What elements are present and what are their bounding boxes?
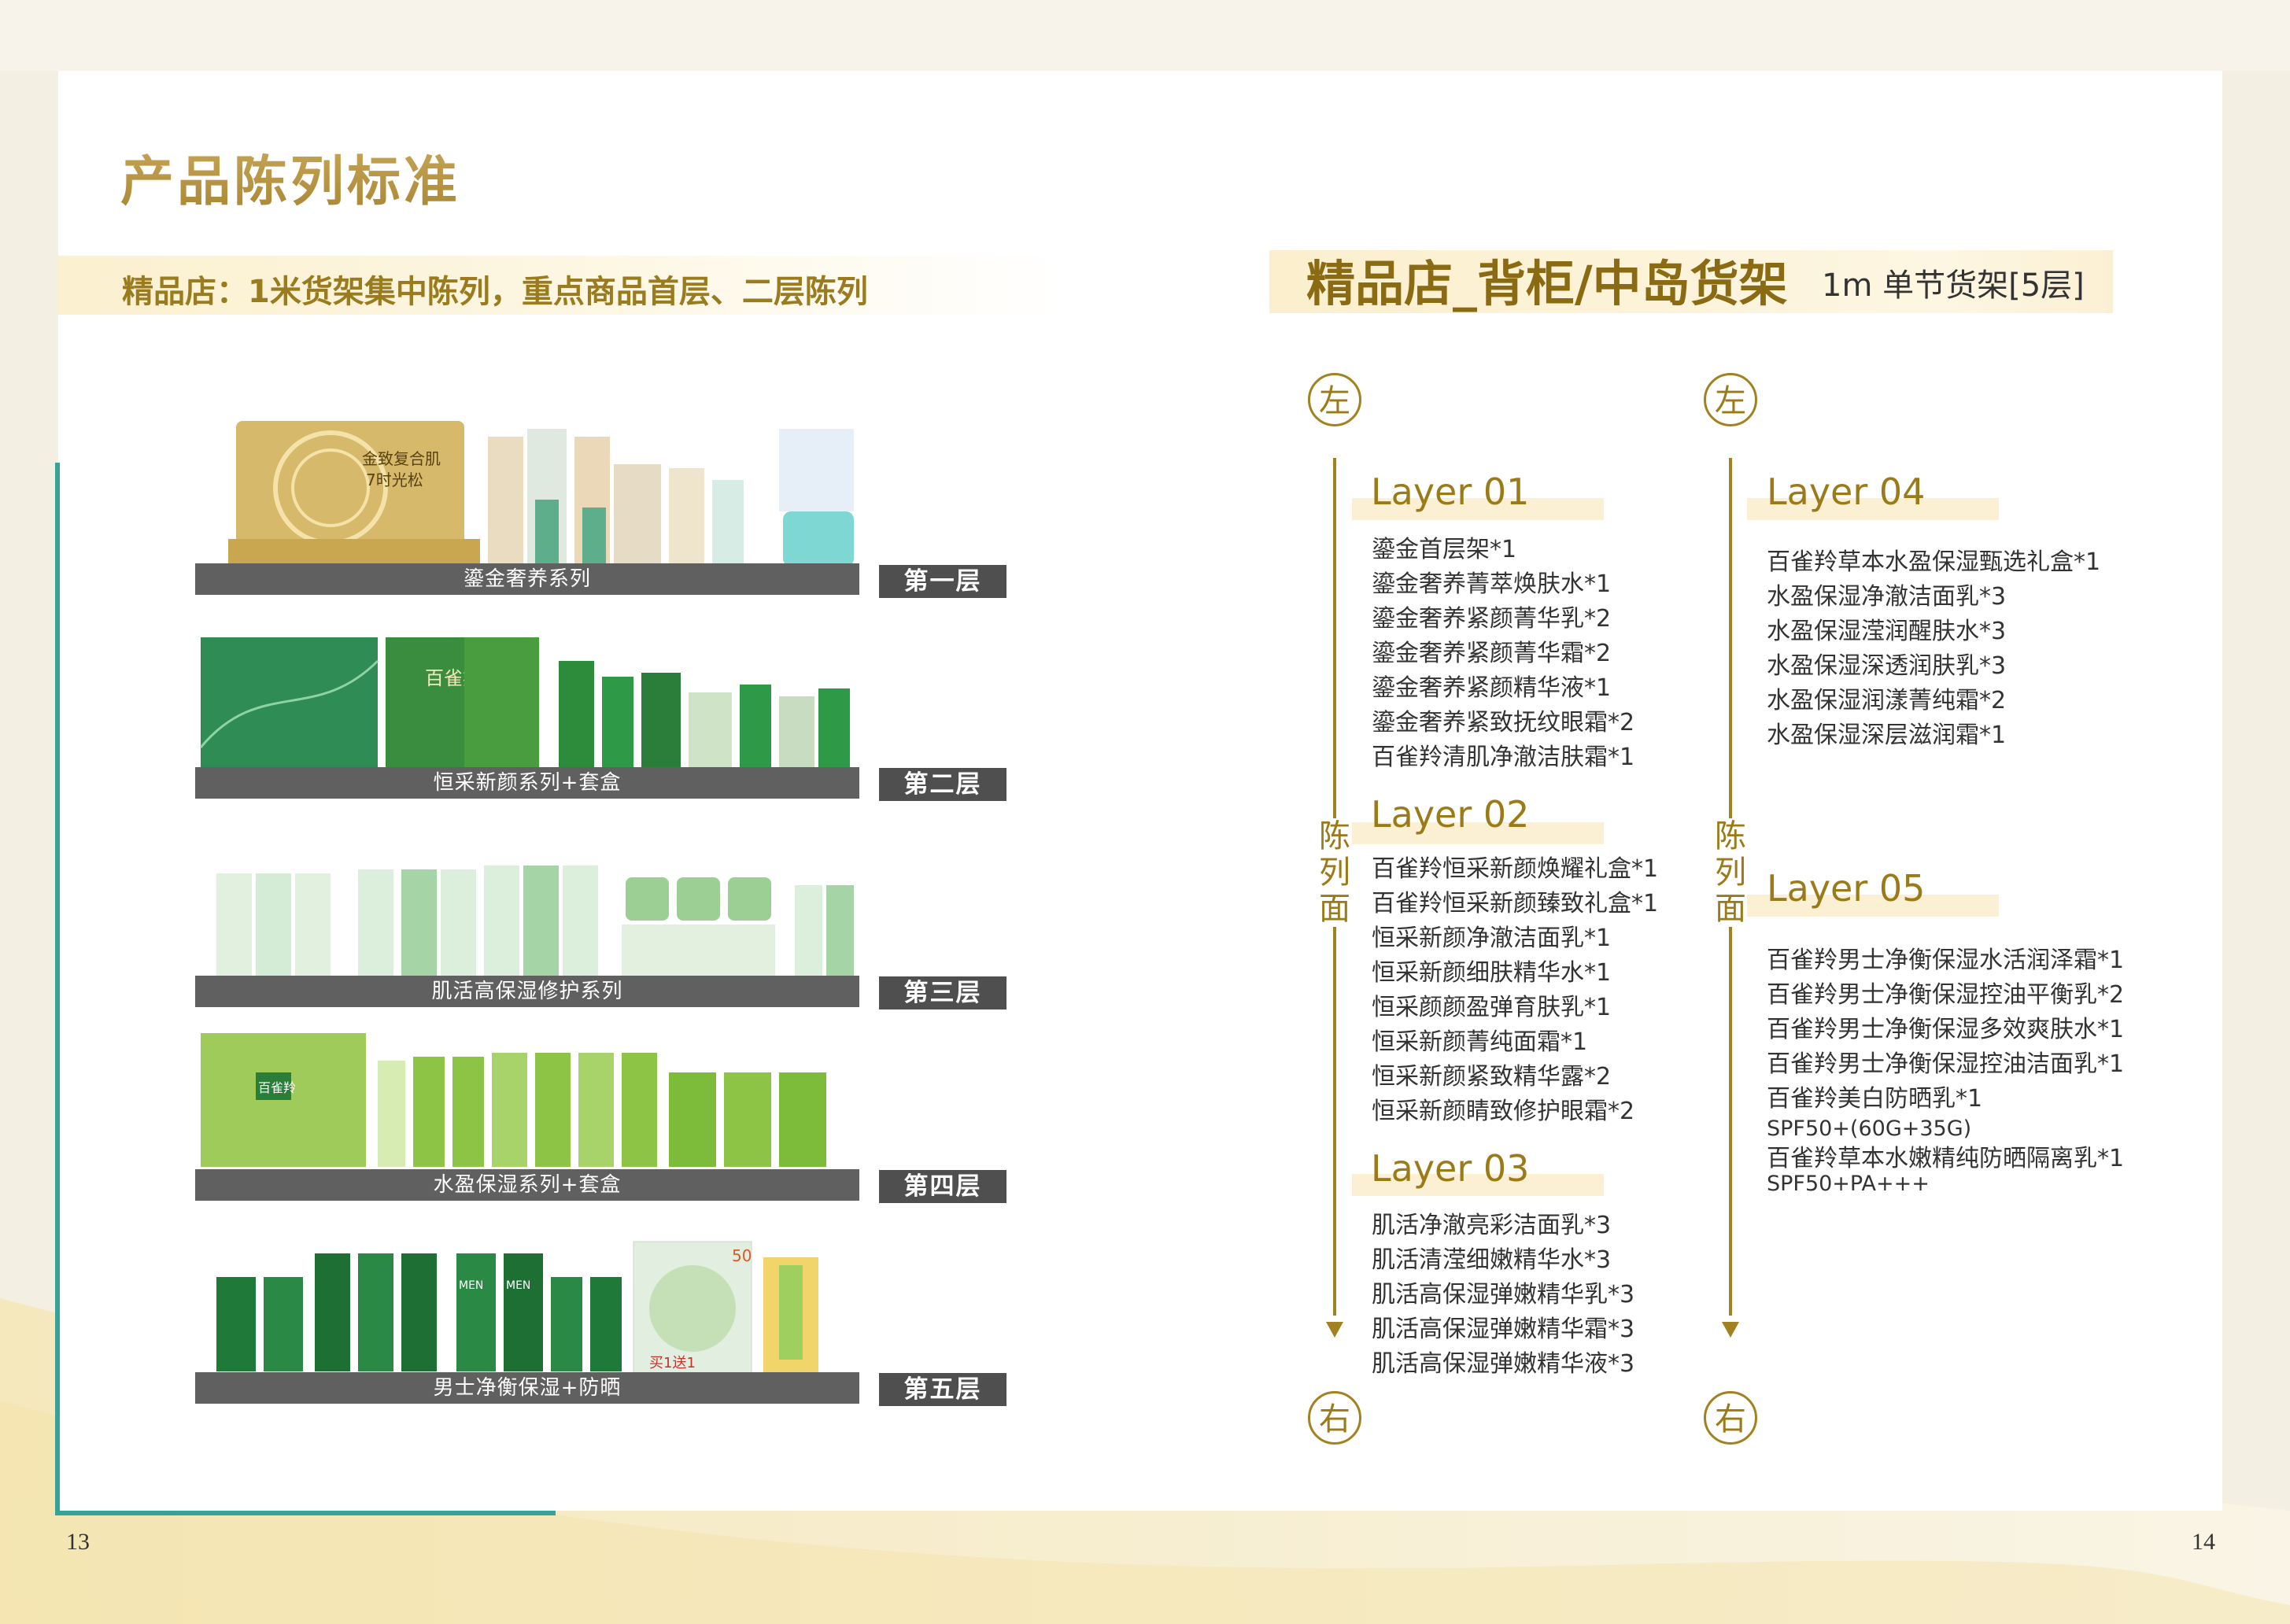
layer-01-list: 鎏金首层架*1 鎏金奢养菁萃焕肤水*1 鎏金奢养紧颜菁华乳*2 鎏金奢养紧颜菁华… [1372, 533, 1634, 775]
shelf-2-product-photo: 百雀羚 [199, 637, 850, 767]
left-marker-circle-col1: 左 [1308, 373, 1361, 426]
list-item: 恒采新颜净澈洁面乳*1 [1372, 925, 1612, 952]
layer-02-title: Layer 02 [1371, 793, 1530, 836]
list-item: 肌活净澈亮彩洁面乳*3 [1372, 1212, 1612, 1239]
shelf-5-product-photo: MEN MEN 50 买1送1 [216, 1241, 818, 1376]
side-label-char-1: 陈 [1715, 818, 1746, 854]
list-item: 百雀羚男士净衡保湿控油平衡乳*2 [1767, 981, 2125, 1009]
list-item: 鎏金奢养紧颜菁华霜*2 [1372, 640, 1612, 667]
list-item: 鎏金奢养紧颜菁华乳*2 [1372, 605, 1612, 633]
list-item: 百雀羚男士净衡保湿水活润泽霜*1 [1767, 947, 2125, 974]
side-label-col1: 陈 列 面 [1315, 818, 1354, 927]
shelf-5-photo-text-4: 买1送1 [649, 1355, 696, 1371]
page-number-right: 14 [2192, 1529, 2215, 1555]
shelf-2-band: 恒采新颜系列+套盒 [195, 767, 859, 799]
side-label-col2: 陈 列 面 [1711, 818, 1750, 927]
layer-05-title: Layer 05 [1767, 867, 1926, 910]
shelf-1-photo-text-2: 7时光松 [366, 471, 423, 489]
shelf-4-photo-text: 百雀羚 [258, 1080, 296, 1095]
right-marker-circle-col1: 右 [1308, 1391, 1361, 1445]
list-item: 鎏金首层架*1 [1372, 536, 1517, 563]
shelf-3-band: 肌活高保湿修护系列 [195, 976, 859, 1007]
list-item: 肌活高保湿弹嫩精华液*3 [1372, 1350, 1635, 1378]
list-item: 百雀羚草本水嫩精纯防晒隔离乳*1 [1767, 1145, 2125, 1172]
shelf-5-photo-text-3: 50 [732, 1246, 752, 1265]
layer-04-title: Layer 04 [1767, 471, 1926, 513]
list-item: 恒采新颜睛致修护眼霜*2 [1372, 1098, 1635, 1125]
list-item: 恒采新颜紧致精华露*2 [1372, 1063, 1612, 1091]
down-arrow-icon-col1 [1326, 1322, 1343, 1338]
list-item: 百雀羚美白防晒乳*1 [1767, 1085, 1983, 1113]
layer-05-list: 百雀羚男士净衡保湿水活润泽霜*1 百雀羚男士净衡保湿控油平衡乳*2 百雀羚男士净… [1767, 943, 2124, 1197]
shelf-1-photo-text-1: 金致复合肌 [362, 449, 441, 468]
list-item: 水盈保湿净澈洁面乳*3 [1767, 583, 2007, 611]
list-item: 肌活高保湿弹嫩精华霜*3 [1372, 1316, 1635, 1343]
list-item: 百雀羚恒采新颜焕耀礼盒*1 [1372, 855, 1659, 883]
list-item: 百雀羚男士净衡保湿多效爽肤水*1 [1767, 1016, 2125, 1043]
list-item: 鎏金奢养菁萃焕肤水*1 [1372, 570, 1612, 598]
list-item: SPF50+(60G+35G) [1767, 1116, 1972, 1141]
shelf-1-tag: 第一层 [879, 565, 1006, 598]
list-item: 肌活清滢细嫩精华水*3 [1372, 1246, 1612, 1274]
list-item: 恒采颜颜盈弹育肤乳*1 [1372, 994, 1612, 1021]
list-item: 恒采新颜菁纯面霜*1 [1372, 1028, 1588, 1056]
list-item: SPF50+PA+++ [1767, 1172, 1930, 1196]
shelf-3-tag: 第三层 [879, 976, 1006, 1009]
side-label-char-1: 陈 [1319, 818, 1350, 854]
layer-04-list: 百雀羚草本水盈保湿甄选礼盒*1 水盈保湿净澈洁面乳*3 水盈保湿滢润醒肤水*3 … [1767, 545, 2100, 753]
list-item: 肌活高保湿弹嫩精华乳*3 [1372, 1281, 1635, 1308]
shelf-5-tag: 第五层 [879, 1373, 1006, 1406]
list-item: 鎏金奢养紧致抚纹眼霜*2 [1372, 709, 1635, 736]
list-item: 百雀羚男士净衡保湿控油洁面乳*1 [1767, 1050, 2125, 1078]
side-label-char-3: 面 [1715, 891, 1746, 927]
list-item: 百雀羚草本水盈保湿甄选礼盒*1 [1767, 548, 2101, 576]
list-item: 恒采新颜细肤精华水*1 [1372, 959, 1612, 987]
page-number-left: 13 [66, 1529, 90, 1555]
list-item: 水盈保湿滢润醒肤水*3 [1767, 618, 2007, 645]
shelf-5-photo-text-1: MEN [459, 1279, 483, 1292]
page-title: 产品陈列标准 [120, 138, 460, 216]
shelf-4-tag: 第四层 [879, 1170, 1006, 1203]
down-arrow-icon-col2 [1722, 1322, 1739, 1338]
list-item: 水盈保湿润漾菁纯霜*2 [1767, 687, 2007, 714]
left-accent-bar [55, 463, 60, 1515]
page-subtitle: 精品店：1米货架集中陈列，重点商品首层、二层陈列 [122, 274, 868, 310]
right-subtitle: 1m 单节货架[5层] [1822, 268, 2085, 304]
shelf-5-band: 男士净衡保湿+防晒 [195, 1372, 859, 1404]
list-item: 水盈保湿深层滋润霜*1 [1767, 722, 2007, 749]
side-label-char-3: 面 [1319, 891, 1350, 927]
shelf-3-product-photo [216, 866, 854, 976]
left-marker-circle-col2: 左 [1704, 373, 1757, 426]
right-marker-circle-col2: 右 [1704, 1391, 1757, 1445]
list-item: 百雀羚清肌净澈洁肤霜*1 [1372, 744, 1635, 771]
shelf-2-tag: 第二层 [879, 768, 1006, 801]
layer-03-title: Layer 03 [1371, 1147, 1530, 1190]
list-item: 鎏金奢养紧颜精华液*1 [1372, 674, 1612, 702]
shelf-4-band: 水盈保湿系列+套盒 [195, 1169, 859, 1201]
shelf-5-photo-text-2: MEN [506, 1279, 530, 1292]
side-label-char-2: 列 [1319, 854, 1350, 891]
layer-03-list: 肌活净澈亮彩洁面乳*3 肌活清滢细嫩精华水*3 肌活高保湿弹嫩精华乳*3 肌活高… [1372, 1209, 1634, 1382]
shelf-1-product-photo: 金致复合肌 7时光松 [228, 421, 854, 567]
layer-02-list: 百雀羚恒采新颜焕耀礼盒*1 百雀羚恒采新颜臻致礼盒*1 恒采新颜净澈洁面乳*1 … [1372, 852, 1658, 1129]
list-item: 水盈保湿深透润肤乳*3 [1767, 652, 2007, 680]
right-title: 精品店_背柜/中岛货架 [1306, 255, 1788, 312]
side-label-char-2: 列 [1715, 854, 1746, 891]
shelf-1-band: 鎏金奢养系列 [195, 563, 859, 595]
bottom-accent-bar [55, 1511, 556, 1515]
shelf-4-product-photo: 百雀羚 [201, 1033, 826, 1167]
list-item: 百雀羚恒采新颜臻致礼盒*1 [1372, 890, 1659, 917]
layer-01-title: Layer 01 [1371, 471, 1530, 513]
